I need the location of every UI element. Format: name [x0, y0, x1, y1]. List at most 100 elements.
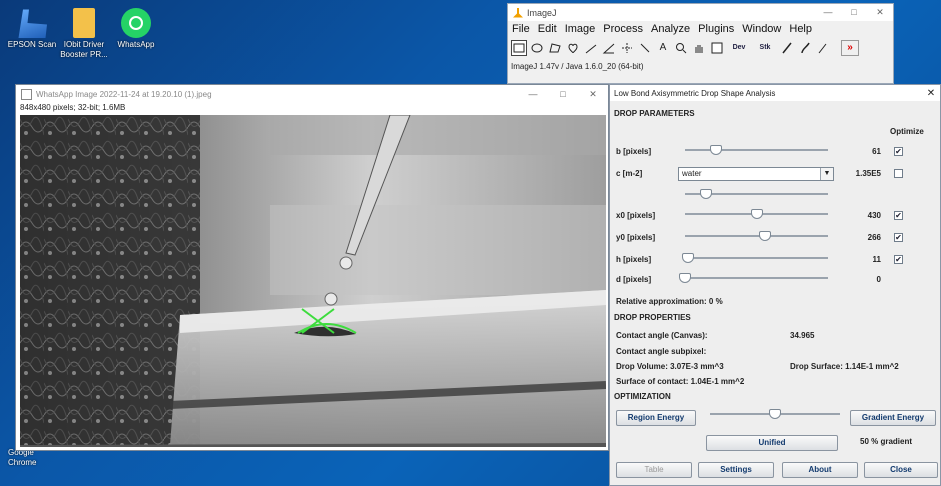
- scroll-tool-icon[interactable]: [691, 40, 707, 56]
- menu-file[interactable]: File: [512, 23, 530, 35]
- menu-help[interactable]: Help: [789, 23, 812, 35]
- c-value: 1.35E5: [855, 169, 881, 178]
- y0-value: 266: [867, 233, 881, 242]
- menu-analyze[interactable]: Analyze: [651, 23, 690, 35]
- slider-thumb[interactable]: [710, 145, 723, 155]
- y0-label: y0 [pixels]: [616, 233, 656, 242]
- minimize-button[interactable]: —: [518, 89, 548, 100]
- menu-process[interactable]: Process: [603, 23, 643, 35]
- b-optimize-checkbox[interactable]: ✔: [894, 147, 903, 156]
- contact-angle-canvas-value: 34.965: [790, 331, 815, 340]
- wand-tool-icon[interactable]: [637, 40, 653, 56]
- flood-fill-tool-icon[interactable]: [815, 40, 831, 56]
- x0-label: x0 [pixels]: [616, 211, 656, 220]
- close-button[interactable]: ✕: [867, 7, 893, 18]
- unified-button[interactable]: Unified: [706, 435, 838, 451]
- c-slider[interactable]: [685, 189, 828, 199]
- slider-thumb[interactable]: [769, 409, 781, 419]
- drop-photo: [20, 115, 606, 447]
- c-optimize-checkbox[interactable]: [894, 169, 903, 178]
- maximize-button[interactable]: □: [841, 7, 867, 18]
- slider-thumb[interactable]: [700, 189, 713, 199]
- table-button[interactable]: Table: [616, 462, 692, 478]
- polygon-tool-icon[interactable]: [547, 40, 563, 56]
- desktop-icon-google-chrome[interactable]: Google Chrome: [0, 448, 68, 468]
- menu-edit[interactable]: Edit: [538, 23, 557, 35]
- line-tool-icon[interactable]: [583, 40, 599, 56]
- dialog-close-icon[interactable]: ✕: [922, 88, 940, 99]
- imagej-titlebar[interactable]: ImageJ — □ ✕: [508, 4, 893, 21]
- color-picker-tool-icon[interactable]: [709, 40, 725, 56]
- about-button[interactable]: About: [782, 462, 858, 478]
- desktop-icon-label: Google Chrome: [8, 448, 37, 467]
- region-energy-button[interactable]: Region Energy: [616, 410, 696, 426]
- image-info: 848x480 pixels; 32-bit; 1.6MB: [20, 103, 126, 112]
- slider-track: [685, 257, 828, 259]
- gradient-energy-button[interactable]: Gradient Energy: [850, 410, 936, 426]
- image-canvas[interactable]: [20, 115, 606, 447]
- iobit-driver-booster-icon: [73, 8, 95, 38]
- imagej-menubar: File Edit Image Process Analyze Plugins …: [508, 21, 893, 37]
- rectangle-tool-icon[interactable]: [511, 40, 527, 56]
- drop-surface: Drop Surface: 1.14E-1 mm^2: [790, 362, 899, 371]
- h-slider[interactable]: [681, 253, 828, 263]
- desktop-icon-iobit-driver-booster[interactable]: IObit Driver Booster PR...: [54, 8, 114, 60]
- optimization-heading: OPTIMIZATION: [614, 392, 671, 401]
- slider-track: [685, 277, 828, 279]
- x0-optimize-checkbox[interactable]: ✔: [894, 211, 903, 220]
- freehand-tool-icon[interactable]: [565, 40, 581, 56]
- optimize-header: Optimize: [890, 127, 924, 136]
- text-tool-icon[interactable]: A: [655, 40, 671, 56]
- slider-thumb[interactable]: [759, 231, 772, 241]
- slider-track: [685, 149, 828, 151]
- y0-optimize-checkbox[interactable]: ✔: [894, 233, 903, 242]
- menu-window[interactable]: Window: [742, 23, 781, 35]
- contact-angle-canvas-label: Contact angle (Canvas):: [616, 331, 708, 340]
- angle-tool-icon[interactable]: [601, 40, 617, 56]
- point-tool-icon[interactable]: [619, 40, 635, 56]
- image-window-title: WhatsApp Image 2022-11-24 at 19.20.10 (1…: [36, 89, 212, 99]
- chevron-down-icon[interactable]: ▼: [820, 168, 833, 180]
- x0-slider[interactable]: [685, 209, 828, 219]
- brush-tool-icon[interactable]: [797, 40, 813, 56]
- h-value: 11: [872, 255, 881, 264]
- relative-approximation: Relative approximation: 0 %: [616, 297, 723, 306]
- imagej-window: ImageJ — □ ✕ File Edit Image Process Ana…: [507, 3, 894, 84]
- imagej-title: ImageJ: [527, 7, 557, 18]
- liquid-select[interactable]: water ▼: [678, 167, 834, 181]
- y0-slider[interactable]: [685, 231, 828, 241]
- slider-thumb[interactable]: [750, 209, 763, 219]
- epson-scan-icon: [18, 9, 47, 38]
- energy-balance-slider[interactable]: [710, 409, 840, 419]
- menu-plugins[interactable]: Plugins: [698, 23, 734, 35]
- image-window-icon: [21, 88, 32, 100]
- minimize-button[interactable]: —: [815, 7, 841, 18]
- oval-tool-icon[interactable]: [529, 40, 545, 56]
- magnifier-tool-icon[interactable]: [673, 40, 689, 56]
- d-slider[interactable]: [679, 273, 828, 283]
- pencil-tool-icon[interactable]: [779, 40, 795, 56]
- b-slider[interactable]: [685, 145, 828, 155]
- desktop-icon-epson-scan[interactable]: EPSON Scan: [2, 8, 62, 50]
- close-button[interactable]: Close: [864, 462, 938, 478]
- dialog-titlebar[interactable]: Low Bond Axisymmetric Drop Shape Analysi…: [610, 85, 940, 101]
- menu-image[interactable]: Image: [565, 23, 596, 35]
- surface-of-contact: Surface of contact: 1.04E-1 mm^2: [616, 377, 745, 386]
- dev-tool-icon[interactable]: Dev: [727, 40, 751, 56]
- imagej-toolbar: A Dev Stk »: [508, 37, 893, 59]
- drop-parameters-heading: DROP PARAMETERS: [614, 109, 695, 118]
- slider-thumb[interactable]: [679, 273, 691, 283]
- drop-volume: Drop Volume: 3.07E-3 mm^3: [616, 362, 724, 371]
- close-button[interactable]: ✕: [578, 89, 608, 100]
- desktop-icon-label: IObit Driver Booster PR...: [60, 40, 108, 59]
- desktop-icon-whatsapp[interactable]: WhatsApp: [106, 8, 166, 50]
- maximize-button[interactable]: □: [548, 89, 578, 100]
- settings-button[interactable]: Settings: [698, 462, 774, 478]
- more-tools-icon[interactable]: »: [841, 40, 859, 56]
- slider-thumb[interactable]: [681, 253, 694, 263]
- b-value: 61: [872, 147, 881, 156]
- stk-tool-icon[interactable]: Stk: [753, 40, 777, 56]
- h-optimize-checkbox[interactable]: ✔: [894, 255, 903, 264]
- lbadsa-dialog: Low Bond Axisymmetric Drop Shape Analysi…: [609, 84, 941, 486]
- image-window-titlebar[interactable]: WhatsApp Image 2022-11-24 at 19.20.10 (1…: [16, 85, 608, 103]
